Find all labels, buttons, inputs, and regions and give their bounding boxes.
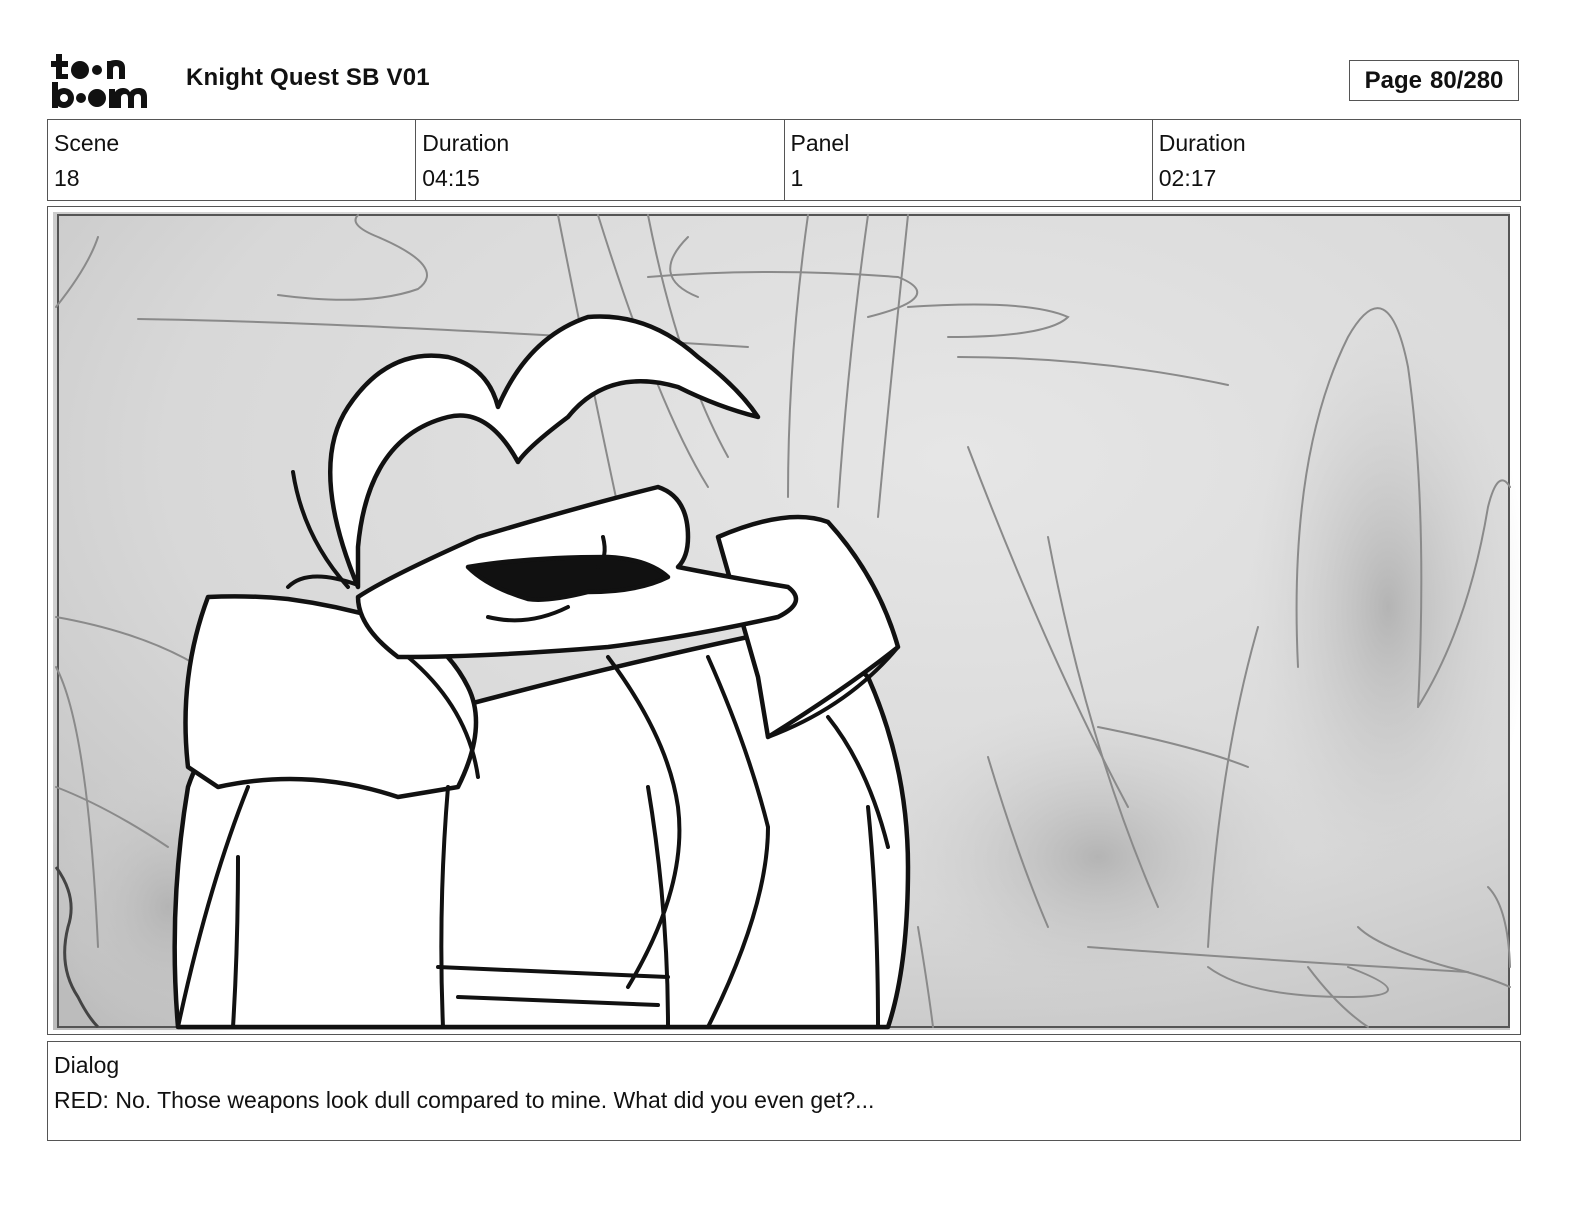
panel-info-table: Scene 18 Duration 04:15 Panel 1 Duration… (47, 119, 1521, 201)
panel-duration-label: Duration (1158, 130, 1246, 156)
scene-duration-label: Duration (422, 130, 510, 156)
scene-value: 18 (54, 165, 80, 191)
scene-cell: Scene 18 (48, 120, 417, 200)
panel-label: Panel (790, 130, 850, 156)
project-title: Knight Quest SB V01 (186, 64, 430, 91)
storyboard-panel-frame (47, 206, 1521, 1035)
panel-cell: Panel 1 (785, 120, 1153, 200)
dialog-text: RED: No. Those weapons look dull compare… (54, 1087, 875, 1113)
page-indicator: Page 80/280 (1349, 60, 1519, 101)
panel-duration-value: 02:17 (1158, 165, 1217, 191)
page-value: 80/280 (1429, 66, 1504, 94)
dialog-label: Dialog (54, 1052, 120, 1078)
dialog-box: Dialog RED: No. Those weapons look dull … (47, 1041, 1521, 1141)
toonboom-logo (50, 52, 162, 110)
storyboard-sketch-image (48, 212, 1519, 1033)
scene-label: Scene (54, 130, 120, 156)
scene-duration-cell: Duration 04:15 (416, 120, 785, 200)
scene-duration-value: 04:15 (422, 165, 480, 191)
panel-value: 1 (790, 165, 804, 191)
panel-duration-cell: Duration 02:17 (1153, 120, 1520, 200)
page-label: Page (1364, 66, 1422, 94)
